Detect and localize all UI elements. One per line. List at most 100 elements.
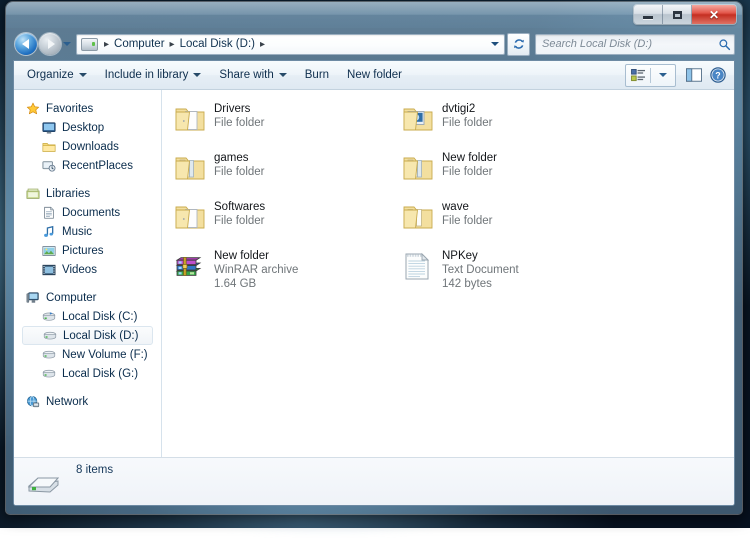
sidebar-item-pictures[interactable]: Pictures: [14, 241, 161, 260]
toolbar-button-share-with[interactable]: Share with: [210, 64, 295, 86]
details-pane: 8 items: [14, 457, 734, 505]
winrar-archive-icon: [174, 250, 206, 282]
drive-icon: [81, 38, 98, 51]
nav-group-libraries: Libraries Do: [14, 184, 161, 279]
chevron-down-icon: [279, 73, 287, 77]
sidebar-item-desktop[interactable]: Desktop: [14, 118, 161, 137]
file-list-pane[interactable]: Drivers File folder i: [162, 90, 734, 457]
file-name: Drivers: [214, 102, 265, 116]
pictures-icon: [42, 244, 56, 258]
sidebar-item-computer[interactable]: Computer: [14, 288, 161, 307]
drive-icon: [43, 329, 57, 343]
file-item-new-folder-rar[interactable]: New folder WinRAR archive 1.64 GB: [170, 245, 398, 294]
file-name: New folder: [442, 151, 497, 165]
sidebar-item-music[interactable]: Music: [14, 222, 161, 241]
sidebar-label-computer: Computer: [46, 292, 97, 304]
refresh-icon: [512, 37, 526, 51]
toolbar-label-new-folder: New folder: [347, 69, 402, 81]
toolbar-label-include-in-library: Include in library: [105, 69, 189, 81]
address-breadcrumb-bar[interactable]: ▸ Computer ▸ Local Disk (D:) ▸: [76, 34, 505, 55]
chevron-down-icon: [79, 73, 87, 77]
help-button[interactable]: ?: [706, 64, 730, 86]
file-type: File folder: [214, 116, 265, 130]
chevron-down-icon: [63, 42, 71, 46]
file-item-npkey[interactable]: NPKey Text Document 142 bytes: [398, 245, 626, 294]
search-input[interactable]: Search Local Disk (D:): [535, 34, 735, 55]
file-item-softwares[interactable]: Softwares File folder: [170, 196, 398, 245]
libraries-icon: [26, 187, 40, 201]
file-type: File folder: [442, 116, 493, 130]
file-text: New folder WinRAR archive 1.64 GB: [214, 247, 298, 291]
sidebar-item-network[interactable]: Network: [14, 392, 161, 411]
recent-pages-button[interactable]: [61, 33, 73, 55]
title-bar[interactable]: ✕: [6, 2, 742, 28]
sidebar-item-documents[interactable]: Documents: [14, 203, 161, 222]
file-item-drivers[interactable]: Drivers File folder: [170, 98, 398, 147]
file-text: NPKey Text Document 142 bytes: [442, 247, 519, 291]
star-icon: [26, 102, 40, 116]
view-icon: [631, 69, 646, 82]
sidebar-item-videos[interactable]: Videos: [14, 260, 161, 279]
downloads-folder-icon: [42, 140, 56, 154]
window-controls: ✕: [634, 5, 736, 24]
navigation-pane[interactable]: Favorites Desktop: [14, 90, 162, 457]
toolbar-button-new-folder[interactable]: New folder: [338, 64, 411, 86]
explorer-window: ✕ ▸ Computer ▸ Local Disk (D:) ▸: [6, 2, 742, 514]
drive-icon: [42, 367, 56, 381]
sidebar-item-local-disk-d[interactable]: Local Disk (D:): [22, 326, 153, 345]
command-bar: Organize Include in library Share with B…: [14, 61, 734, 90]
back-button[interactable]: [15, 33, 37, 55]
nav-group-favorites: Favorites Desktop: [14, 99, 161, 175]
breadcrumb-separator-1[interactable]: ▸: [165, 39, 180, 50]
breadcrumb-separator-2[interactable]: ▸: [255, 39, 270, 50]
folder-files-icon: [402, 201, 434, 233]
sidebar-item-downloads[interactable]: Downloads: [14, 137, 161, 156]
forward-button[interactable]: [39, 33, 61, 55]
sidebar-label-local-disk-d: Local Disk (D:): [63, 330, 138, 342]
network-icon: [26, 395, 40, 409]
file-type: WinRAR archive: [214, 263, 298, 277]
file-item-dvtigi2[interactable]: i dvtigi2 File folder: [398, 98, 626, 147]
file-size: 1.64 GB: [214, 277, 298, 291]
file-text: games File folder: [214, 149, 265, 179]
sidebar-label-network: Network: [46, 396, 88, 408]
chevron-down-icon: [491, 42, 499, 46]
sidebar-label-favorites: Favorites: [46, 103, 93, 115]
back-arrow-icon: [22, 39, 29, 49]
file-type: File folder: [214, 214, 265, 228]
sidebar-item-new-volume-f[interactable]: New Volume (F:): [14, 345, 161, 364]
refresh-button[interactable]: [507, 33, 530, 56]
sidebar-item-favorites[interactable]: Favorites: [14, 99, 161, 118]
sidebar-label-music: Music: [62, 226, 92, 238]
forward-arrow-icon: [48, 39, 55, 49]
minimize-button[interactable]: [634, 5, 663, 24]
sidebar-label-pictures: Pictures: [62, 245, 104, 257]
sidebar-item-libraries[interactable]: Libraries: [14, 184, 161, 203]
file-text: Softwares File folder: [214, 198, 265, 228]
maximize-button[interactable]: [663, 5, 692, 24]
file-item-games[interactable]: games File folder: [170, 147, 398, 196]
close-button[interactable]: ✕: [692, 5, 736, 24]
toolbar-button-organize[interactable]: Organize: [18, 64, 96, 86]
file-item-wave[interactable]: wave File folder: [398, 196, 626, 245]
file-type: File folder: [442, 165, 497, 179]
breadcrumb-item-computer[interactable]: Computer: [114, 38, 165, 50]
change-view-button[interactable]: [626, 64, 650, 86]
sidebar-label-documents: Documents: [62, 207, 120, 219]
sidebar-item-recent-places[interactable]: RecentPlaces: [14, 156, 161, 175]
content-split: Favorites Desktop: [14, 90, 734, 457]
breadcrumb-separator-0[interactable]: ▸: [99, 39, 114, 50]
maximize-icon: [673, 11, 682, 19]
window-client-area: Organize Include in library Share with B…: [13, 60, 735, 506]
toolbar-button-burn[interactable]: Burn: [296, 64, 338, 86]
sidebar-item-local-disk-g[interactable]: Local Disk (G:): [14, 364, 161, 383]
address-history-dropdown[interactable]: [488, 35, 502, 54]
show-preview-pane-button[interactable]: [682, 64, 706, 86]
file-item-new-folder[interactable]: New folder File folder: [398, 147, 626, 196]
view-dropdown-caret[interactable]: [651, 64, 675, 86]
documents-icon: [42, 206, 56, 220]
sidebar-item-local-disk-c[interactable]: Local Disk (C:): [14, 307, 161, 326]
breadcrumb-item-local-disk-d[interactable]: Local Disk (D:): [180, 38, 255, 50]
file-name: NPKey: [442, 249, 519, 263]
toolbar-button-include-in-library[interactable]: Include in library: [96, 64, 211, 86]
